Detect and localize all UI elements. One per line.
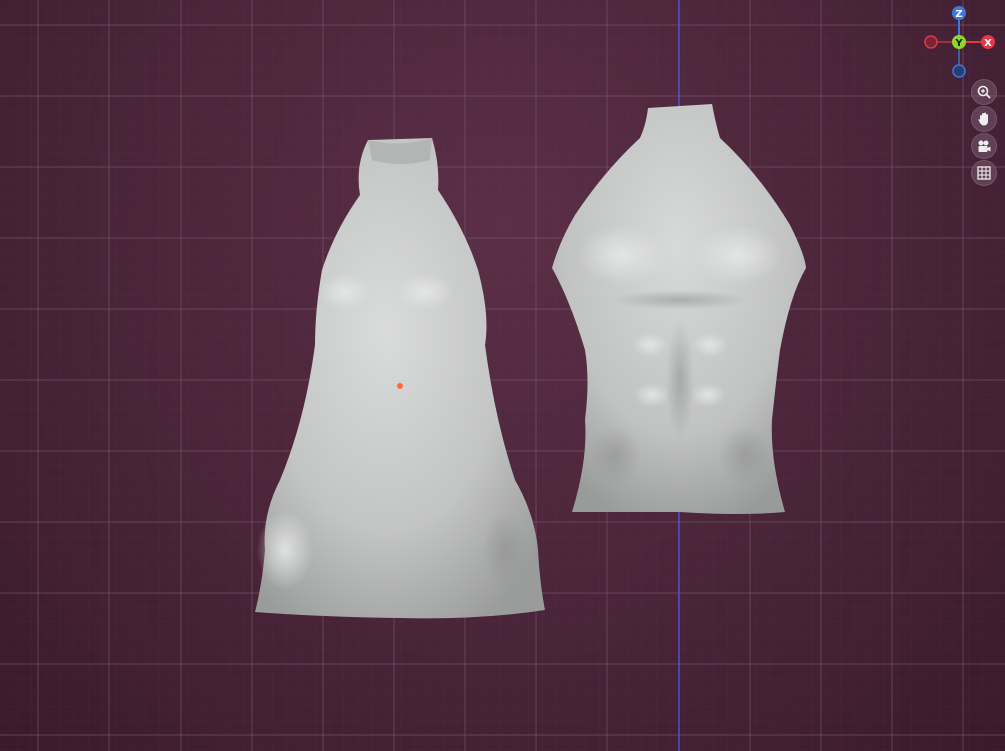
gizmo-x-label: X <box>984 38 992 49</box>
grid-icon <box>977 166 991 180</box>
gizmo-axis-z[interactable]: Z <box>952 6 966 20</box>
gizmo-axis-x[interactable]: X <box>981 35 995 49</box>
origin-marker <box>397 383 403 389</box>
gizmo-axis-neg-z[interactable] <box>952 64 966 78</box>
male-torso-mesh[interactable] <box>552 104 806 514</box>
hand-icon <box>978 112 988 126</box>
gizmo-axis-neg-x[interactable] <box>924 35 938 49</box>
female-torso-dress-mesh[interactable] <box>255 138 545 619</box>
gizmo-z-label: Z <box>955 9 962 20</box>
zoom-in-icon <box>977 85 991 99</box>
gizmo-y-label: Y <box>954 38 963 49</box>
orientation-gizmo[interactable]: Z X Y <box>915 0 1005 85</box>
grid-toggle-button[interactable] <box>971 160 997 186</box>
zoom-button[interactable] <box>971 79 997 105</box>
camera-button[interactable] <box>971 133 997 159</box>
camera-icon <box>978 140 991 152</box>
pan-button[interactable] <box>971 106 997 132</box>
gizmo-axis-y[interactable]: Y <box>952 35 966 49</box>
3d-viewport[interactable]: Z X Y <box>0 0 1005 751</box>
scene-objects <box>255 104 806 619</box>
